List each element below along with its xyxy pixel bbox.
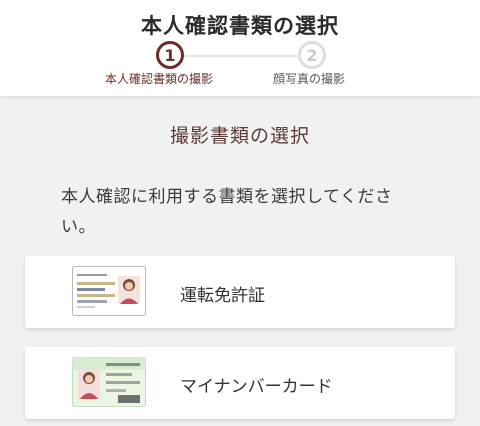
drivers-license-icon	[72, 266, 146, 316]
step-2-label: 顔写真の撮影	[273, 72, 346, 86]
document-label: 運転免許証	[180, 286, 265, 306]
document-option-drivers-license[interactable]: 運転免許証	[25, 256, 455, 328]
step-2-indicator: 2	[298, 41, 326, 69]
my-number-card-icon	[72, 357, 146, 407]
section-title: 撮影書類の選択	[169, 125, 310, 147]
step-1-indicator: 1	[156, 41, 184, 69]
document-label: マイナンバーカード	[180, 377, 333, 397]
step-1-label: 本人確認書類の撮影	[105, 72, 214, 86]
instruction-text: 本人確認に利用する書類を選択してください。	[61, 187, 393, 237]
header: 本人確認書類の選択 1 2 本人確認書類の撮影 顔写真の撮影	[0, 0, 480, 96]
document-option-my-number-card[interactable]: マイナンバーカード	[25, 347, 455, 419]
page-title: 本人確認書類の選択	[141, 14, 339, 38]
stepper-line	[170, 55, 310, 57]
